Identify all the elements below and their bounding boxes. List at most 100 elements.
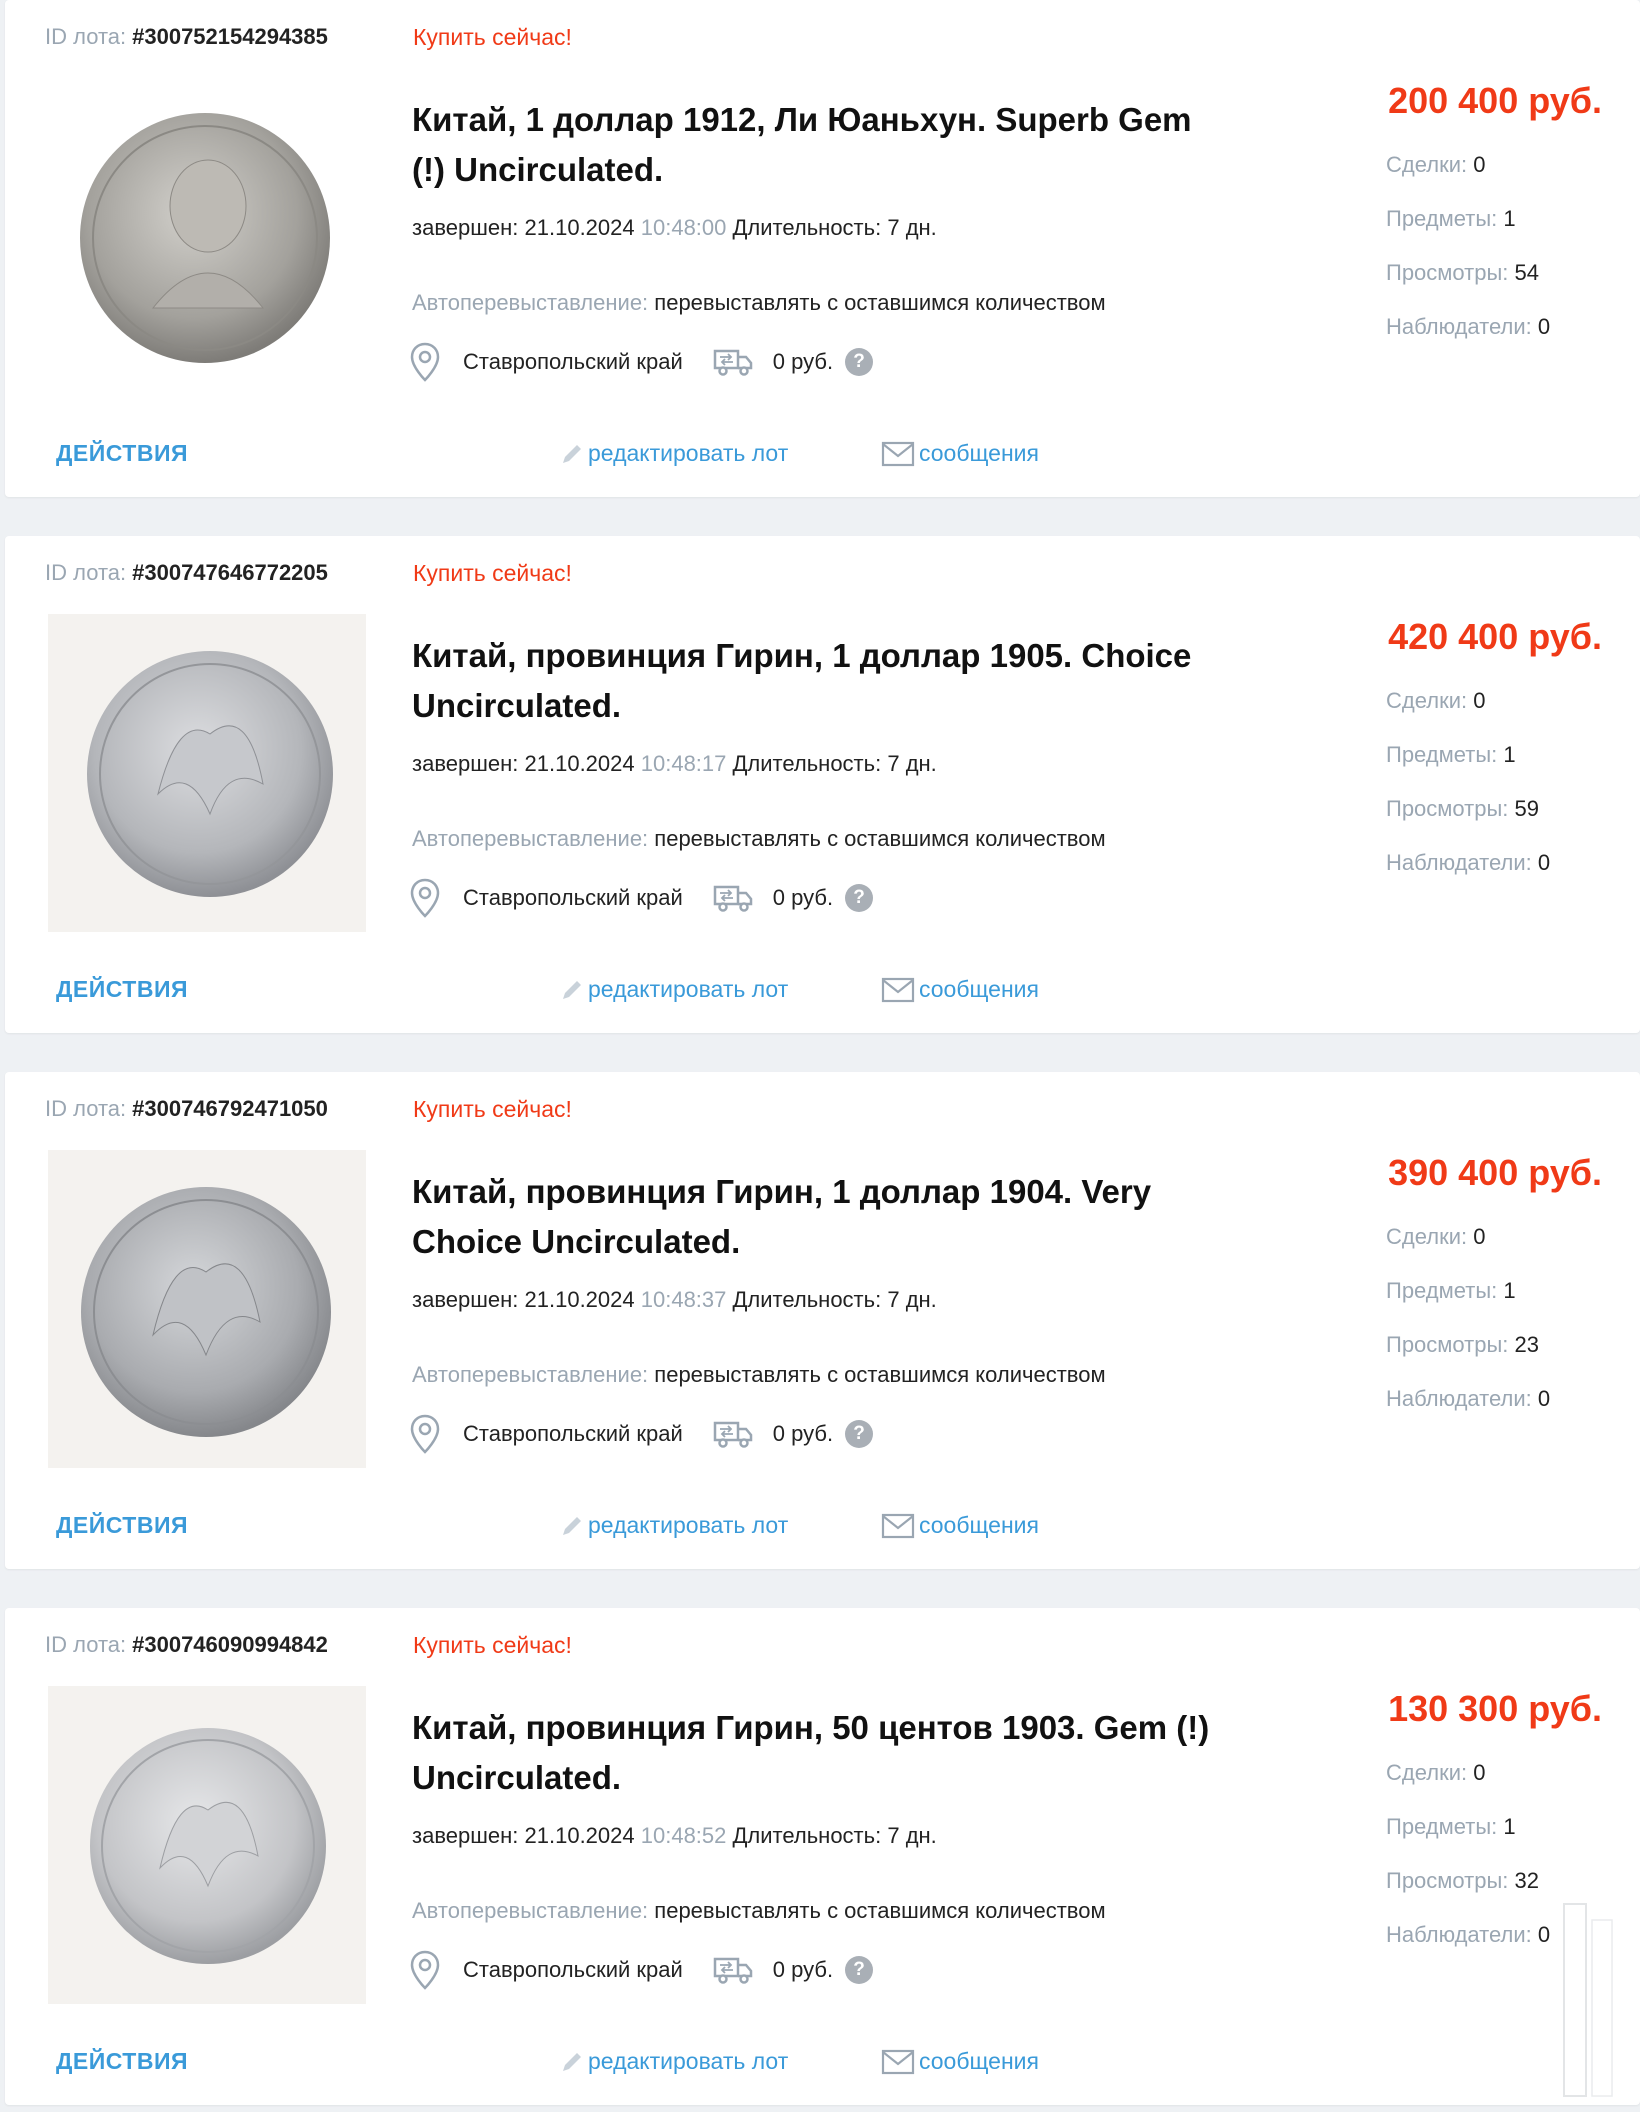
pencil-icon (563, 1516, 581, 1535)
coin-image (80, 113, 330, 363)
lot-region: Ставропольский край (463, 1421, 683, 1446)
lot-card: ID лота: #300752154294385 Купить сейчас! … (5, 0, 1640, 497)
buy-now-label: Купить сейчас! (413, 560, 572, 586)
stat-views: Просмотры: 59 (1386, 796, 1540, 821)
lot-id: ID лота: #300746090994842 (45, 1632, 328, 1657)
actions-button[interactable]: ДЕЙСТВИЯ (56, 2048, 188, 2075)
map-pin-icon (410, 878, 440, 918)
lot-id: ID лота: #300747646772205 (45, 560, 328, 585)
lot-thumbnail[interactable] (48, 78, 366, 396)
lot-card: ID лота: #300746792471050 Купить сейчас! … (5, 1072, 1640, 1569)
lot-shipping: 0 руб. (772, 1421, 834, 1446)
delivery-truck-icon (713, 1957, 753, 1984)
lot-title[interactable]: Китай, провинция Гирин, 1 доллар 1904. V… (412, 1167, 1212, 1267)
delivery-truck-icon (713, 885, 753, 912)
actions-button[interactable]: ДЕЙСТВИЯ (56, 976, 188, 1003)
lot-ended: завершен: 21.10.2024 10:48:17 Длительнос… (412, 751, 937, 776)
lot-location-row: Ставропольский край 0 руб. ? (410, 1412, 874, 1456)
stat-deals: Сделки: 0 (1386, 688, 1486, 713)
lot-shipping: 0 руб. (772, 885, 834, 910)
messages-link[interactable]: сообщения (881, 976, 1039, 1003)
question-circle-icon[interactable]: ? (845, 1956, 874, 1984)
stat-watchers: Наблюдатели: 0 (1386, 850, 1551, 875)
pencil-icon (563, 980, 581, 999)
stat-items: Предметы: 1 (1386, 206, 1516, 231)
envelope-icon (881, 977, 915, 1002)
buy-now-label: Купить сейчас! (413, 1096, 572, 1122)
lot-price: 390 400 руб. (1388, 1152, 1602, 1193)
lot-id: ID лота: #300752154294385 (45, 24, 328, 49)
lot-location-row: Ставропольский край 0 руб. ? (410, 876, 874, 920)
stat-deals: Сделки: 0 (1386, 152, 1486, 177)
lot-relist: Автоперевыставление: перевыставлять с ос… (412, 290, 1106, 315)
map-pin-icon (410, 1950, 440, 1990)
lot-region: Ставропольский край (463, 885, 683, 910)
stat-watchers: Наблюдатели: 0 (1386, 1922, 1551, 1947)
actions-button[interactable]: ДЕЙСТВИЯ (56, 440, 188, 467)
lot-shipping: 0 руб. (772, 1957, 834, 1982)
messages-link[interactable]: сообщения (881, 1512, 1039, 1539)
lot-ended: завершен: 21.10.2024 10:48:52 Длительнос… (412, 1823, 937, 1848)
envelope-icon (881, 1513, 915, 1538)
lot-region: Ставропольский край (463, 349, 683, 374)
actions-button[interactable]: ДЕЙСТВИЯ (56, 1512, 188, 1539)
pencil-icon (563, 444, 581, 463)
lot-price: 200 400 руб. (1388, 80, 1602, 121)
messages-link[interactable]: сообщения (881, 2048, 1039, 2075)
question-circle-icon[interactable]: ? (845, 1420, 874, 1448)
lot-title[interactable]: Китай, провинция Гирин, 1 доллар 1905. C… (412, 631, 1212, 731)
edit-lot-link[interactable]: редактировать лот (560, 440, 788, 467)
lot-id-number: #300747646772205 (132, 560, 328, 585)
lot-ended: завершен: 21.10.2024 10:48:37 Длительнос… (412, 1287, 937, 1312)
lot-ended: завершен: 21.10.2024 10:48:00 Длительнос… (412, 215, 937, 240)
delivery-truck-icon (713, 349, 753, 376)
stat-deals: Сделки: 0 (1386, 1224, 1486, 1249)
stat-views: Просмотры: 23 (1386, 1332, 1540, 1357)
buy-now-label: Купить сейчас! (413, 24, 572, 50)
stat-watchers: Наблюдатели: 0 (1386, 314, 1551, 339)
stat-items: Предметы: 1 (1386, 1814, 1516, 1839)
messages-link[interactable]: сообщения (881, 440, 1039, 467)
lot-thumbnail[interactable] (48, 614, 366, 932)
lot-id-number: #300752154294385 (132, 24, 328, 49)
lot-region: Ставропольский край (463, 1957, 683, 1982)
lot-thumbnail[interactable] (48, 1150, 366, 1468)
lot-card: ID лота: #300747646772205 Купить сейчас! … (5, 536, 1640, 1033)
stat-items: Предметы: 1 (1386, 1278, 1516, 1303)
buy-now-label: Купить сейчас! (413, 1632, 572, 1658)
lot-thumbnail[interactable] (48, 1686, 366, 2004)
lot-location-row: Ставропольский край 0 руб. ? (410, 340, 874, 384)
lot-title[interactable]: Китай, 1 доллар 1912, Ли Юаньхун. Superb… (412, 95, 1212, 195)
question-circle-icon[interactable]: ? (845, 884, 874, 912)
edit-lot-link[interactable]: редактировать лот (560, 2048, 788, 2075)
lot-relist: Автоперевыставление: перевыставлять с ос… (412, 826, 1106, 851)
coin-image (90, 1728, 326, 1964)
pencil-icon (563, 2052, 581, 2071)
lot-id-number: #300746792471050 (132, 1096, 328, 1121)
map-pin-icon (410, 342, 440, 382)
edit-lot-link[interactable]: редактировать лот (560, 976, 788, 1003)
coin-image (87, 651, 333, 897)
lot-relist: Автоперевыставление: перевыставлять с ос… (412, 1898, 1106, 1923)
watermark-logo (1563, 1903, 1613, 2097)
edit-lot-link[interactable]: редактировать лот (560, 1512, 788, 1539)
envelope-icon (881, 2049, 915, 2074)
lot-id: ID лота: #300746792471050 (45, 1096, 328, 1121)
delivery-truck-icon (713, 1421, 753, 1448)
lot-shipping: 0 руб. (772, 349, 834, 374)
lot-relist: Автоперевыставление: перевыставлять с ос… (412, 1362, 1106, 1387)
lot-price: 130 300 руб. (1388, 1688, 1602, 1729)
map-pin-icon (410, 1414, 440, 1454)
lot-id-number: #300746090994842 (132, 1632, 328, 1657)
coin-image (81, 1187, 331, 1437)
stat-views: Просмотры: 54 (1386, 260, 1540, 285)
question-circle-icon[interactable]: ? (845, 348, 874, 376)
lot-card: ID лота: #300746090994842 Купить сейчас! … (5, 1608, 1640, 2105)
stat-items: Предметы: 1 (1386, 742, 1516, 767)
stat-views: Просмотры: 32 (1386, 1868, 1540, 1893)
lot-price: 420 400 руб. (1388, 616, 1602, 657)
stat-watchers: Наблюдатели: 0 (1386, 1386, 1551, 1411)
envelope-icon (881, 441, 915, 466)
lot-title[interactable]: Китай, провинция Гирин, 50 центов 1903. … (412, 1703, 1212, 1803)
lot-location-row: Ставропольский край 0 руб. ? (410, 1948, 874, 1992)
